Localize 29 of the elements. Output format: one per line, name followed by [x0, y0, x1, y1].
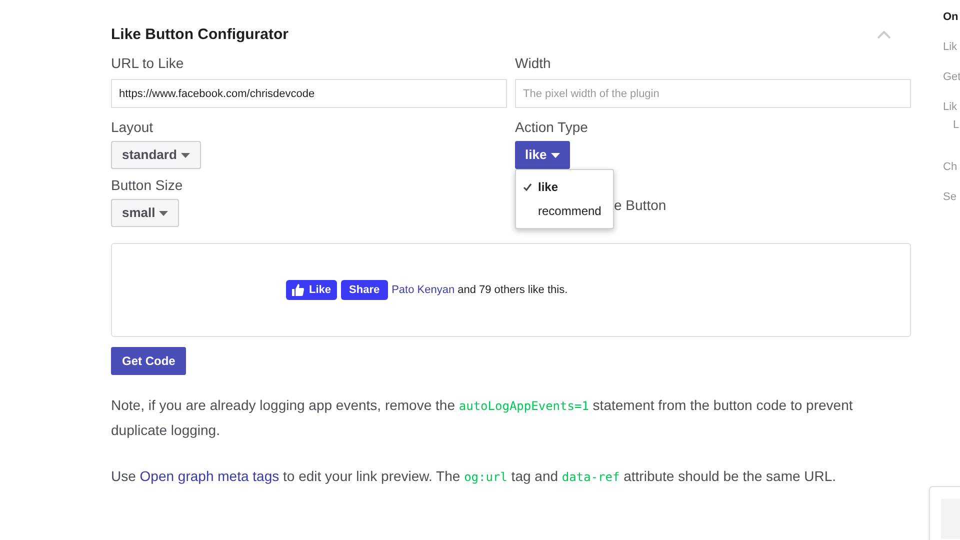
caret-icon: [159, 210, 168, 216]
friend-link[interactable]: Pato Kenyan: [392, 282, 455, 298]
section-title: Like Button Configurator: [111, 24, 288, 45]
caret-icon: [180, 152, 190, 158]
caret-icon: [550, 152, 560, 158]
get-code-button[interactable]: Get Code: [111, 347, 186, 375]
collapse-icon[interactable]: [877, 31, 891, 39]
field-label: Width: [515, 54, 552, 73]
field-label: Action Type: [515, 118, 589, 137]
note-paragraph: Note, if you are already logging app events, remove the autoLogAppEvents=1 statement from the button code to prevent duplicate logging.: [111, 396, 854, 440]
field-label: Layout: [111, 118, 154, 137]
field-label: Button Size: [111, 176, 184, 195]
note-paragraph: Use Open graph meta tags to edit your link preview. The og:url tag and data-ref attribute should be the same URL.: [111, 467, 838, 486]
menu-item[interactable]: recommend: [516, 199, 613, 223]
thumbs-up-icon: [292, 284, 304, 296]
select-button[interactable]: standard: [111, 141, 201, 169]
likes-text: and 79 others like this.: [458, 282, 568, 298]
menu-item[interactable]: like: [516, 175, 613, 199]
like-button[interactable]: Like: [286, 280, 338, 300]
share-button[interactable]: Share: [341, 280, 388, 300]
check-icon: [522, 183, 532, 191]
meta-tags-link[interactable]: Open graph meta tags: [140, 468, 280, 484]
field-label: URL to Like: [111, 54, 185, 73]
url-field[interactable]: https://www.facebook.com/chrisdevcode: [111, 79, 507, 108]
action-type-select[interactable]: like: [515, 141, 570, 169]
select-button[interactable]: small: [111, 199, 180, 227]
width-field[interactable]: The pixel width of the plugin: [515, 79, 911, 108]
checkbox-label: e Button: [614, 196, 668, 215]
sidebar-item[interactable]: On: [943, 11, 958, 23]
